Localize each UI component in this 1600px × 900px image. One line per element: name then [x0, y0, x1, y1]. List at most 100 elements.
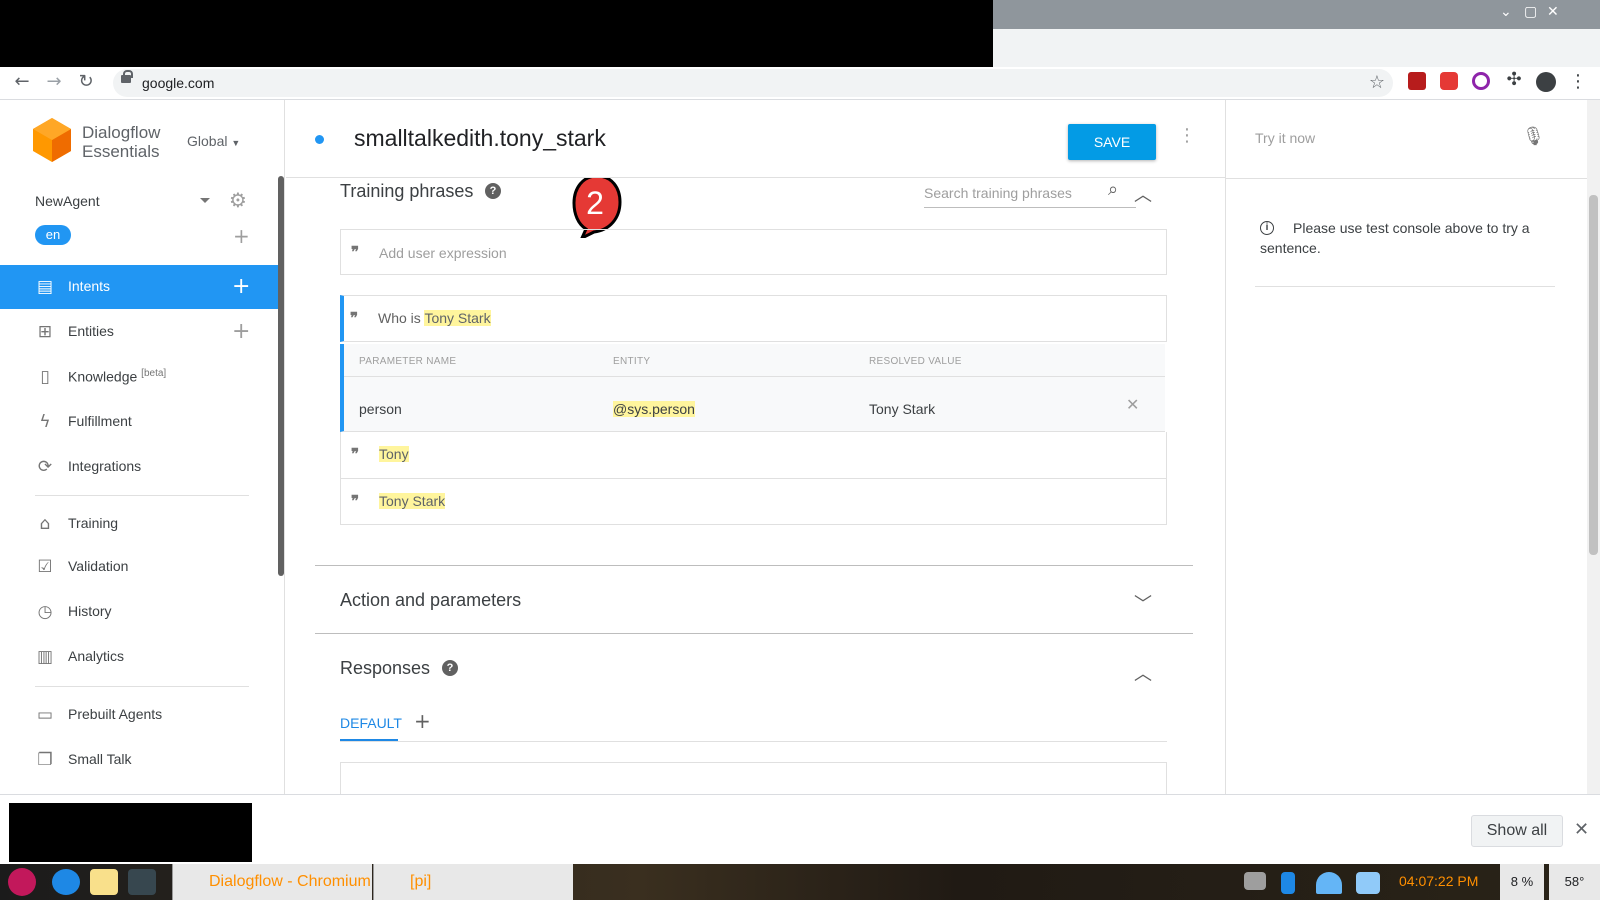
resolved-value-cell[interactable]: Tony Stark	[869, 401, 935, 417]
sidebar-item-fulfillment[interactable]: ϟ Fulfillment	[0, 400, 278, 444]
clock-time[interactable]: 04:07:22 PM	[1399, 873, 1478, 889]
phrase-text[interactable]: Tony	[379, 446, 409, 462]
agent-selector[interactable]: NewAgent	[35, 193, 100, 209]
web-browser-icon[interactable]	[52, 869, 80, 895]
language-chip[interactable]: en	[35, 225, 71, 245]
sidebar-item-label: Intents	[68, 278, 111, 294]
more-options-icon[interactable]: ⋮	[1178, 125, 1196, 146]
phrase-text[interactable]: Who is Tony Stark	[378, 310, 491, 326]
entity-highlight[interactable]: Tony Stark	[379, 493, 446, 509]
caret-down-icon: ▼	[231, 138, 241, 148]
wifi-icon[interactable]	[1316, 872, 1342, 894]
profile-avatar-icon[interactable]	[1536, 72, 1556, 92]
sidebar-item-history[interactable]: ◷ History	[0, 590, 278, 634]
help-icon[interactable]: ?	[442, 660, 458, 676]
browser-menu-icon[interactable]: ⋮	[1566, 70, 1590, 94]
intent-header: smalltalkedith.tony_stark SAVE ⋮	[286, 100, 1225, 178]
sidebar-divider	[35, 686, 249, 687]
maximize-icon[interactable]: ▢	[1524, 4, 1537, 20]
section-divider	[315, 633, 1193, 634]
tab-default[interactable]: DEFAULT	[340, 715, 402, 731]
search-training-phrases-input[interactable]: Search training phrases	[924, 182, 1136, 208]
sitemap-icon: ⊞	[37, 322, 53, 342]
add-language-icon[interactable]: +	[233, 224, 250, 248]
action-parameters-title[interactable]: Action and parameters	[340, 590, 521, 611]
response-editor[interactable]	[340, 762, 1167, 794]
sidebar-item-validation[interactable]: ☑ Validation	[0, 545, 278, 589]
add-entity-icon[interactable]: +	[232, 319, 250, 344]
book-icon: ▯	[40, 367, 50, 387]
phrase-text[interactable]: Tony Stark	[379, 493, 446, 509]
file-manager-icon[interactable]	[90, 869, 118, 895]
minimize-icon[interactable]: ⌄	[1500, 4, 1512, 20]
chevron-up-icon[interactable]: ︿	[1134, 181, 1152, 207]
bookmark-star-icon[interactable]: ☆	[1369, 72, 1385, 93]
temperature-monitor[interactable]: 58°	[1549, 864, 1600, 900]
extension-icon-2[interactable]	[1440, 72, 1458, 90]
training-phrase-row[interactable]: ❞ Who is Tony Stark	[340, 295, 1167, 342]
show-all-button[interactable]: Show all	[1471, 815, 1563, 847]
sidebar-item-small-talk[interactable]: ❐ Small Talk	[0, 738, 278, 782]
gear-icon[interactable]: ⚙	[229, 188, 247, 212]
extension-icon-3[interactable]	[1472, 72, 1490, 90]
graduation-cap-icon: ⌂	[39, 514, 51, 534]
taskbar-task-folder[interactable]: [pi]	[373, 864, 573, 900]
training-phrase-row[interactable]: ❞ Tony Stark	[340, 478, 1167, 525]
cpu-monitor[interactable]: 8 %	[1500, 864, 1544, 900]
entity-highlight[interactable]: Tony Stark	[424, 310, 491, 326]
volume-icon[interactable]	[1356, 872, 1380, 894]
eject-icon[interactable]	[1244, 872, 1266, 890]
agent-caret-icon[interactable]	[200, 198, 210, 203]
try-it-input[interactable]: Try it now	[1255, 130, 1315, 146]
help-icon[interactable]: ?	[485, 183, 501, 199]
chevron-up-icon[interactable]: ︿	[1134, 660, 1152, 686]
back-arrow-icon[interactable]: ←	[10, 70, 34, 94]
terminal-icon[interactable]	[128, 869, 156, 895]
training-phrases-title: Training phrases	[340, 181, 474, 201]
sidebar-item-analytics[interactable]: ▥ Analytics	[0, 635, 278, 679]
taskbar-task-chromium[interactable]: Dialogflow - Chromium	[172, 864, 372, 900]
quote-icon: ❞	[350, 309, 359, 327]
entity-highlight[interactable]: Tony	[379, 446, 409, 462]
console-info-text: Please use test console above to try a s…	[1260, 220, 1530, 256]
region-label: Global	[187, 133, 228, 149]
extension-icon-1[interactable]	[1408, 72, 1426, 90]
redacted-download-item	[9, 803, 252, 862]
chevron-down-icon[interactable]: ﹀	[1134, 590, 1152, 616]
bluetooth-icon[interactable]	[1281, 872, 1295, 894]
save-button[interactable]: SAVE	[1068, 124, 1156, 160]
sidebar-item-integrations[interactable]: ⟳ Integrations	[0, 445, 278, 489]
add-intent-icon[interactable]: +	[232, 274, 250, 299]
sidebar-item-knowledge[interactable]: ▯ Knowledge [beta]	[0, 355, 278, 399]
parameter-name-cell[interactable]: person	[359, 401, 402, 417]
scrollbar-thumb[interactable]	[1589, 195, 1598, 555]
puzzle-extensions-icon[interactable]: ✣	[1502, 68, 1526, 92]
sidebar-item-entities[interactable]: ⊞ Entities +	[0, 310, 278, 354]
forward-arrow-icon[interactable]: →	[42, 70, 66, 94]
console-divider	[1226, 178, 1588, 179]
close-window-icon[interactable]: ✕	[1547, 4, 1559, 20]
sync-icon: ⟳	[37, 457, 53, 477]
region-selector[interactable]: Global ▼	[187, 133, 240, 149]
page-scrollbar[interactable]	[1587, 100, 1600, 794]
remove-parameter-icon[interactable]: ✕	[1126, 395, 1139, 414]
sidebar-item-prebuilt-agents[interactable]: ▭ Prebuilt Agents	[0, 693, 278, 737]
sidebar-scrollbar[interactable]	[278, 176, 284, 576]
entity-cell[interactable]: @sys.person	[613, 401, 695, 417]
sidebar-item-training[interactable]: ⌂ Training	[0, 502, 278, 546]
checkbox-icon: ☑	[37, 557, 53, 577]
microphone-icon[interactable]: 🎙	[1522, 126, 1545, 147]
sidebar-item-intents[interactable]: ▤ Intents +	[0, 265, 278, 309]
reload-icon[interactable]: ↻	[74, 70, 98, 94]
sidebar-divider	[35, 495, 249, 496]
training-phrase-row[interactable]: ❞ Tony	[340, 432, 1167, 479]
search-icon[interactable]: ⌕	[1108, 179, 1118, 200]
add-user-expression-input[interactable]: ❞ Add user expression	[340, 229, 1167, 275]
close-icon[interactable]: ✕	[1574, 819, 1589, 840]
chat-bubbles-icon: ❐	[37, 750, 53, 770]
parameter-table: PARAMETER NAME ENTITY RESOLVED VALUE per…	[340, 344, 1165, 432]
add-tab-icon[interactable]: +	[414, 709, 431, 733]
address-bar[interactable]: google.com ☆	[113, 69, 1393, 97]
raspberry-menu-icon[interactable]	[8, 868, 36, 896]
intent-name-field[interactable]: smalltalkedith.tony_stark	[354, 125, 606, 152]
